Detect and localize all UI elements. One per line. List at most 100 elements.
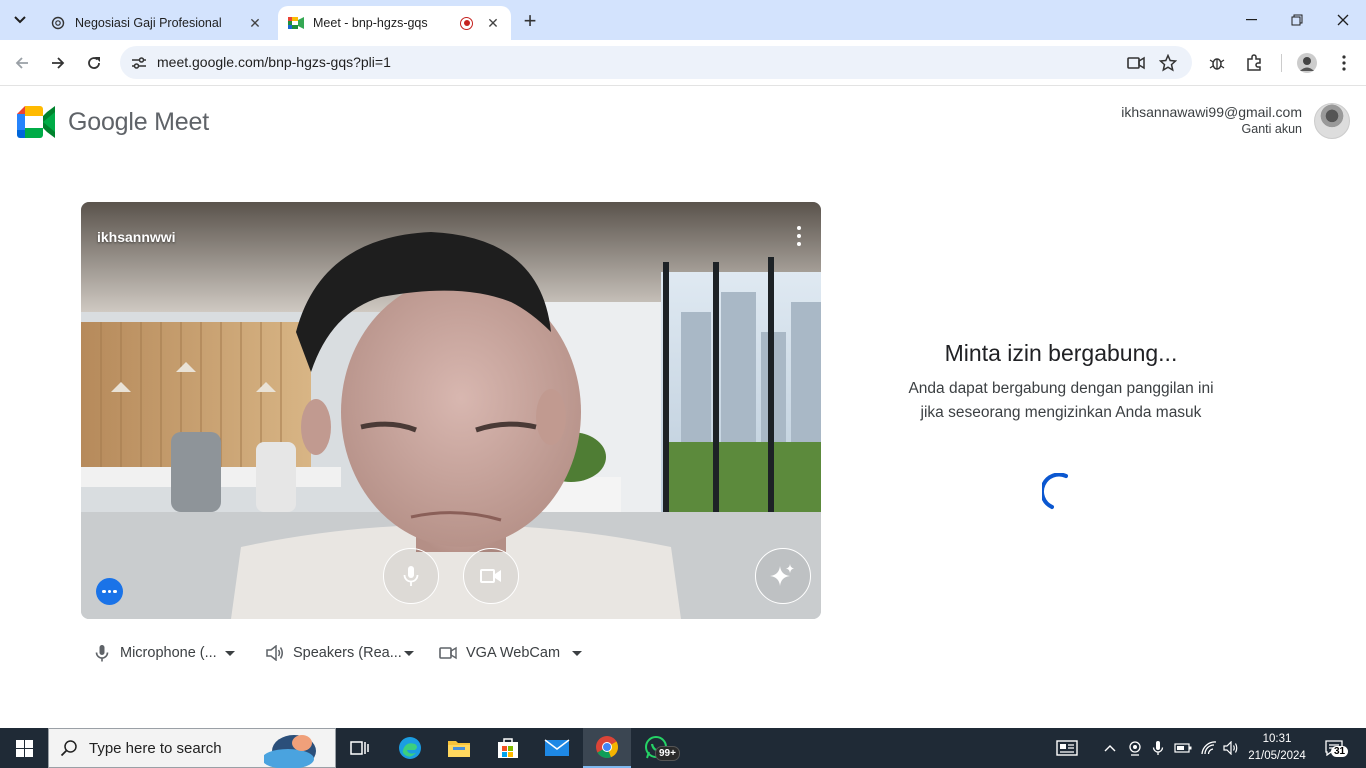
dropdown-caret-icon xyxy=(572,650,583,656)
browser-tab-strip: Negosiasi Gaji Profesional ✕ Meet - bnp-… xyxy=(0,0,1366,40)
visual-effects-button[interactable] xyxy=(755,548,811,604)
switch-account-link[interactable]: Ganti akun xyxy=(1121,122,1302,136)
task-view-button[interactable] xyxy=(336,728,384,768)
forward-button[interactable] xyxy=(44,49,72,77)
microphone-icon xyxy=(92,643,112,663)
recording-icon xyxy=(460,16,473,30)
close-tab-icon[interactable]: ✕ xyxy=(485,15,501,31)
chevron-up-icon xyxy=(1104,745,1116,752)
participant-name: ikhsannwwi xyxy=(97,229,176,245)
battery-icon[interactable] xyxy=(1172,728,1194,768)
microphone-select[interactable]: Microphone (... xyxy=(92,642,235,664)
microphone-icon xyxy=(403,566,419,586)
tab-search-button[interactable] xyxy=(6,6,34,34)
bookmark-star-icon[interactable] xyxy=(1157,52,1179,74)
close-tab-icon[interactable]: ✕ xyxy=(247,15,263,31)
news-widget-button[interactable] xyxy=(1052,728,1082,768)
chrome-icon xyxy=(596,736,619,759)
camera-in-use-icon[interactable] xyxy=(1125,52,1147,74)
join-description: Anda dapat bergabung dengan panggilan in… xyxy=(908,380,1214,421)
toolbar-divider xyxy=(1281,54,1282,72)
account-info: ikhsannawawi99@gmail.com Ganti akun xyxy=(1121,104,1302,136)
meet-brand-text: Google Meet xyxy=(68,107,209,136)
openai-icon xyxy=(50,15,66,31)
show-hidden-icons-button[interactable] xyxy=(1100,728,1120,768)
taskbar-search[interactable]: Type here to search xyxy=(48,728,336,768)
folder-icon xyxy=(448,741,470,757)
notification-count-badge: 31 xyxy=(1331,746,1349,757)
restore-icon xyxy=(1291,14,1303,26)
extensions-puzzle-icon[interactable] xyxy=(1242,51,1266,75)
search-icon xyxy=(49,739,89,757)
dropdown-caret-icon xyxy=(403,650,414,656)
whatsapp-unread-badge: 99+ xyxy=(655,746,680,761)
camera-tray-icon[interactable] xyxy=(1124,728,1146,768)
windows-logo-icon xyxy=(15,739,33,757)
tab-title: Negosiasi Gaji Profesional xyxy=(75,16,222,30)
profile-avatar-button[interactable] xyxy=(1295,51,1319,75)
camera-toggle-button[interactable] xyxy=(463,548,519,604)
browser-toolbar: meet.google.com/bnp-hgzs-gqs?pli=1 xyxy=(0,40,1366,86)
speakers-select[interactable]: Speakers (Rea... xyxy=(265,642,414,664)
file-explorer-app[interactable] xyxy=(435,728,483,768)
mail-app[interactable] xyxy=(533,728,581,768)
start-button[interactable] xyxy=(0,728,48,768)
task-view-icon xyxy=(350,741,369,755)
tab-meet[interactable]: Meet - bnp-hgzs-gqs ✕ xyxy=(278,6,511,40)
videocam-icon xyxy=(480,569,501,583)
speakers-label: Speakers (Rea... xyxy=(293,645,402,661)
taskbar-clock[interactable]: 10:31 21/05/2024 xyxy=(1244,731,1310,765)
meet-logo-icon xyxy=(17,106,55,138)
browser-menu-button[interactable] xyxy=(1332,51,1356,75)
meet-logo[interactable]: Google Meet xyxy=(17,106,209,138)
clock-time: 10:31 xyxy=(1262,733,1292,745)
video-preview: ikhsannwwi xyxy=(81,202,821,619)
reload-icon xyxy=(88,57,100,69)
minimize-icon xyxy=(1245,19,1257,21)
tab-negosiasi[interactable]: Negosiasi Gaji Profesional ✕ xyxy=(40,6,273,40)
virtual-background-image xyxy=(81,202,821,619)
arrow-left-icon xyxy=(15,57,28,69)
edge-app[interactable] xyxy=(386,728,434,768)
address-bar[interactable]: meet.google.com/bnp-hgzs-gqs?pli=1 xyxy=(120,46,1192,79)
new-tab-button[interactable]: + xyxy=(516,8,544,34)
preview-more-options[interactable] xyxy=(795,226,803,246)
minimize-button[interactable] xyxy=(1228,0,1274,40)
extension-bug-icon[interactable] xyxy=(1205,51,1229,75)
dropdown-caret-icon xyxy=(224,650,235,656)
edge-icon xyxy=(399,737,421,759)
back-button[interactable] xyxy=(8,49,36,77)
account-avatar[interactable] xyxy=(1314,103,1350,139)
speaker-icon xyxy=(265,643,285,663)
join-title: Minta izin bergabung... xyxy=(944,340,1178,366)
sparkle-icon xyxy=(770,564,794,586)
reload-button[interactable] xyxy=(80,49,108,77)
whatsapp-app[interactable]: 99+ xyxy=(632,728,680,768)
tab-title: Meet - bnp-hgzs-gqs xyxy=(313,16,428,30)
search-placeholder: Type here to search xyxy=(89,739,222,757)
close-icon xyxy=(1337,14,1349,26)
windows-taskbar: Type here to search 99+ 10:31 21/05/2024 xyxy=(0,728,1366,768)
site-settings-icon[interactable] xyxy=(130,54,148,72)
restore-button[interactable] xyxy=(1274,0,1320,40)
chrome-app[interactable] xyxy=(583,728,631,768)
camera-select[interactable]: VGA WebCam xyxy=(438,642,583,664)
microphone-tray-icon[interactable] xyxy=(1148,728,1168,768)
join-panel: Minta izin bergabung... Anda dapat berga… xyxy=(900,340,1222,425)
close-window-button[interactable] xyxy=(1320,0,1366,40)
url-text: meet.google.com/bnp-hgzs-gqs?pli=1 xyxy=(157,54,391,70)
microphone-label: Microphone (... xyxy=(120,645,217,661)
more-options-button[interactable] xyxy=(96,578,123,605)
wifi-icon[interactable] xyxy=(1198,728,1220,768)
volume-icon[interactable] xyxy=(1220,728,1242,768)
microphone-toggle-button[interactable] xyxy=(383,548,439,604)
news-icon xyxy=(1056,740,1078,756)
mail-icon xyxy=(544,739,570,756)
meet-icon xyxy=(288,15,304,31)
loading-spinner-icon xyxy=(1042,473,1068,509)
store-icon xyxy=(498,738,518,758)
videocam-icon xyxy=(438,643,458,663)
chevron-down-icon xyxy=(14,16,26,24)
microsoft-store-app[interactable] xyxy=(484,728,532,768)
account-email: ikhsannawawi99@gmail.com xyxy=(1121,104,1302,120)
